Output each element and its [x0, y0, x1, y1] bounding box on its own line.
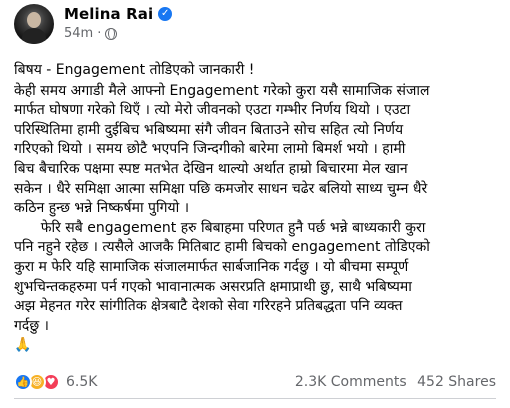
divider [14, 398, 496, 399]
post-stats: 2.3K Comments 452 Shares [289, 374, 496, 390]
post-line: केही समय अगाडी मैले आफ्नो Engagement गरे… [14, 82, 430, 99]
post-line: मार्फत घोषणा गरेको थिएँ । त्यो मेरो जीवन… [14, 102, 411, 119]
post-line: पनि नहुने रहेछ । त्यसैले आजकै मितिबाट हा… [14, 239, 430, 256]
shares-count[interactable]: 452 Shares [417, 374, 496, 390]
post-line: बिच बैचारिक पक्षमा स्पष्ट मतभेत देखिन था… [14, 160, 408, 177]
author-name[interactable]: Melina Rai [64, 5, 153, 23]
post-paragraph-1: केही समय अगाडी मैले आफ्नो Engagement गरे… [14, 82, 496, 219]
post-line: फेरि सबै engagement हरु बिबाहमा परिणत हु… [14, 219, 426, 236]
facebook-post: Melina Rai ✓ 54m · बिषय - Engagement तोड… [0, 0, 510, 408]
post-line: कठिन हुन्छ भन्ने निष्कर्षमा पुगियो । [14, 200, 190, 217]
post-line: अझ मेहनत गरेर सांगीतिक क्षेत्रबाटै देशको… [14, 298, 403, 315]
author-row: Melina Rai ✓ [64, 5, 173, 23]
reactions-summary[interactable]: 👍 😆 ♥ 6.5K [14, 373, 97, 391]
post-subinfo: 54m · [64, 26, 172, 41]
like-reaction-icon: 👍 [14, 373, 32, 391]
verified-badge-icon: ✓ [158, 7, 173, 21]
folded-hands-emoji: 🙏 [14, 337, 32, 354]
post-body: बिषय - Engagement तोडिएको जानकारी ! केही… [14, 61, 496, 356]
post-line: परिस्थितिमा हामी दुईबिच भबिष्यमा संगै जी… [14, 121, 404, 138]
post-paragraph-2: फेरि सबै engagement हरु बिबाहमा परिणत हु… [14, 219, 496, 337]
post-line: कुरा म फेरि यहि सामाजिक संजालमार्फत सार्… [14, 258, 409, 275]
comments-count[interactable]: 2.3K Comments [295, 374, 407, 390]
separator-dot: · [97, 26, 102, 41]
post-meta: Melina Rai ✓ 54m · [64, 4, 173, 41]
post-header: Melina Rai ✓ 54m · [14, 0, 496, 60]
post-line: गरिएको थियो । समय छोटै भएपनि जिन्दगीको ब… [14, 141, 406, 158]
reaction-count[interactable]: 6.5K [66, 374, 97, 390]
engagement-bar: 👍 😆 ♥ 6.5K 2.3K Comments 452 Shares [14, 369, 496, 395]
post-line: शुभचिन्तकहरुमा पर्न गएको भावानात्मक असरप… [14, 278, 412, 295]
post-timestamp[interactable]: 54m [64, 26, 93, 41]
post-line: गर्दछु । [14, 317, 49, 334]
post-line: सकेन । धैरे समिक्षा आत्मा समिक्षा पछि कम… [14, 180, 428, 197]
author-avatar[interactable] [14, 4, 54, 44]
globe-icon[interactable] [105, 27, 118, 40]
post-subject: बिषय - Engagement तोडिएको जानकारी ! [14, 62, 255, 78]
